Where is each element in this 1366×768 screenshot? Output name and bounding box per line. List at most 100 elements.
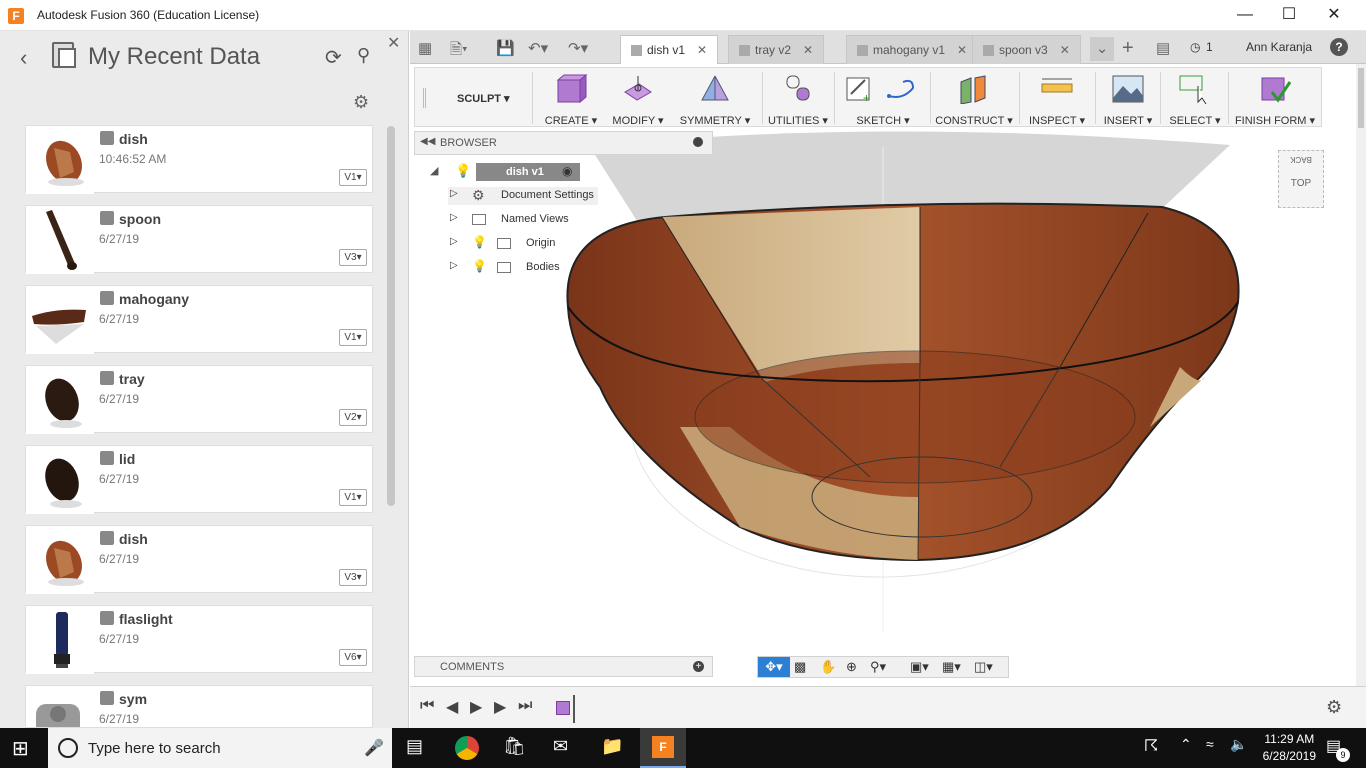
inspect-menu[interactable]: INSPECT ▾ <box>1022 68 1092 128</box>
tab-overflow-chevron-icon[interactable]: ⌄ <box>1090 37 1114 61</box>
activate-radio-icon[interactable]: ◉ <box>562 164 572 178</box>
orbit-icon[interactable]: ✥▾ <box>758 657 790 677</box>
create-menu[interactable]: CREATE ▾ <box>535 68 607 128</box>
volume-icon[interactable]: 🔈 <box>1230 736 1254 760</box>
viewports-icon[interactable]: ◫▾ <box>974 659 993 675</box>
close-tab-icon[interactable]: ✕ <box>697 43 707 57</box>
zoom-icon[interactable]: ⊕ <box>846 659 857 675</box>
store-icon[interactable]: 🛍 <box>503 736 527 760</box>
visibility-bulb-icon[interactable]: 💡 <box>472 235 487 249</box>
symmetry-menu[interactable]: SYMMETRY ▾ <box>673 68 757 128</box>
chrome-icon[interactable] <box>455 736 479 760</box>
modify-menu[interactable]: MODIFY ▾ <box>607 68 669 128</box>
recent-item[interactable]: spoon 6/27/19 V3▾ <box>25 205 373 274</box>
browser-minimize-icon[interactable] <box>693 137 703 147</box>
browser-node-origin[interactable]: ▷ 💡 Origin <box>448 235 598 253</box>
visibility-bulb-icon[interactable]: 💡 <box>472 259 487 273</box>
close-panel-icon[interactable]: ✕ <box>387 33 400 53</box>
add-comment-icon[interactable]: + <box>693 661 704 672</box>
show-hidden-icons-chevron-icon[interactable]: ⌃ <box>1180 736 1204 760</box>
recent-item[interactable]: mahogany 6/27/19 V1▾ <box>25 285 373 354</box>
task-view-icon[interactable]: ▤ <box>406 736 430 760</box>
viewport-scrollbar[interactable] <box>1356 64 1366 686</box>
recent-item[interactable]: tray 6/27/19 V2▾ <box>25 365 373 434</box>
insert-menu[interactable]: INSERT ▾ <box>1098 68 1158 128</box>
new-tab-plus-icon[interactable]: + <box>1122 37 1134 60</box>
back-arrow-icon[interactable]: ‹ <box>20 45 27 71</box>
collapse-triangle-icon[interactable]: ◢ <box>430 164 438 177</box>
go-to-end-icon[interactable]: ⏭ <box>518 697 532 715</box>
fusion-taskbar-button[interactable]: F <box>640 728 686 768</box>
job-status-icon[interactable]: ◷ <box>1190 40 1200 54</box>
toolbar-grip[interactable] <box>423 88 426 108</box>
browser-node-document-settings[interactable]: ▷ ⚙ Document Settings <box>448 187 598 205</box>
comments-panel-header[interactable]: COMMENTS + <box>414 656 713 677</box>
people-icon[interactable]: ☈ <box>1144 736 1168 760</box>
refresh-icon[interactable]: ⟳ <box>325 45 342 70</box>
file-menu-icon[interactable]: 🗎▾ <box>450 39 468 64</box>
tab-mahogany-v1[interactable]: mahogany v1 ✕ <box>846 35 979 64</box>
scrollbar-thumb[interactable] <box>1358 68 1364 128</box>
timeline-settings-gear-icon[interactable]: ⚙ <box>1326 697 1342 718</box>
construct-menu[interactable]: CONSTRUCT ▾ <box>933 68 1015 128</box>
tab-tray-v2[interactable]: tray v2 ✕ <box>728 35 825 64</box>
utilities-menu[interactable]: UTILITIES ▾ <box>765 68 831 128</box>
user-name[interactable]: Ann Karanja <box>1246 40 1312 54</box>
play-icon[interactable]: ▶ <box>470 697 482 717</box>
taskbar-search-box[interactable]: Type here to search 🎤 <box>48 728 392 768</box>
search-icon[interactable]: ⚲ <box>357 45 370 66</box>
help-icon[interactable]: ? <box>1330 38 1348 56</box>
version-dropdown[interactable]: V2▾ <box>339 409 367 426</box>
fit-window-icon[interactable]: ⚲▾ <box>870 659 886 675</box>
minimize-button[interactable]: — <box>1222 4 1268 26</box>
form-feature-icon[interactable] <box>556 701 570 715</box>
view-cube-top-label[interactable]: TOP <box>1279 178 1323 189</box>
gear-icon[interactable]: ⚙ <box>353 92 369 113</box>
save-icon[interactable]: 💾 <box>496 39 515 57</box>
microphone-icon[interactable]: 🎤 <box>364 738 384 758</box>
browser-panel-header[interactable]: ◀◀ BROWSER <box>414 131 713 155</box>
close-tab-icon[interactable]: ✕ <box>957 43 967 57</box>
recent-item[interactable]: sym 6/27/19 <box>25 685 373 728</box>
collapse-browser-icon[interactable]: ◀◀ <box>420 136 435 147</box>
sketch-menu[interactable]: + SKETCH ▾ <box>837 68 929 128</box>
recent-item[interactable]: lid 6/27/19 V1▾ <box>25 445 373 514</box>
expand-triangle-icon[interactable]: ▷ <box>450 236 458 247</box>
grid-settings-icon[interactable]: ▦▾ <box>942 659 961 675</box>
display-settings-icon[interactable]: ▣▾ <box>910 659 929 675</box>
close-window-button[interactable]: ✕ <box>1311 4 1357 26</box>
expand-triangle-icon[interactable]: ▷ <box>450 188 458 199</box>
comments-icon[interactable]: ▤ <box>1156 39 1170 57</box>
mail-icon[interactable]: ✉ <box>553 736 577 760</box>
browser-node-named-views[interactable]: ▷ Named Views <box>448 211 598 229</box>
browser-root-node[interactable]: ◢ 💡 dish v1 ◉ <box>430 163 580 181</box>
recent-item[interactable]: dish 6/27/19 V3▾ <box>25 525 373 594</box>
redo-icon[interactable]: ↷▾ <box>568 39 588 57</box>
look-at-icon[interactable]: ▩ <box>794 659 806 675</box>
browser-node-bodies[interactable]: ▷ 💡 Bodies <box>448 259 598 277</box>
undo-icon[interactable]: ↶▾ <box>528 39 548 57</box>
version-dropdown[interactable]: V1▾ <box>339 329 367 346</box>
tab-spoon-v3[interactable]: spoon v3 ✕ <box>972 35 1081 64</box>
step-forward-icon[interactable]: ▶ <box>494 697 506 717</box>
wifi-icon[interactable]: ≈ <box>1206 736 1230 760</box>
version-dropdown[interactable]: V3▾ <box>339 569 367 586</box>
expand-triangle-icon[interactable]: ▷ <box>450 260 458 271</box>
close-tab-icon[interactable]: ✕ <box>1060 43 1070 57</box>
visibility-bulb-icon[interactable]: 💡 <box>455 163 471 179</box>
workspace-switcher[interactable]: SCULPT ▾ <box>457 92 510 105</box>
version-dropdown[interactable]: V1▾ <box>339 169 367 186</box>
taskbar-clock[interactable]: 11:29 AM 6/28/2019 <box>1263 732 1316 763</box>
data-panel-scrollbar[interactable] <box>387 126 395 506</box>
maximize-button[interactable]: ☐ <box>1266 4 1312 26</box>
step-back-icon[interactable]: ◀ <box>446 697 458 717</box>
version-dropdown[interactable]: V3▾ <box>339 249 367 266</box>
view-cube[interactable]: BACK TOP <box>1278 150 1324 208</box>
data-panel-grid-icon[interactable]: ▦ <box>418 39 432 57</box>
pan-hand-icon[interactable]: ✋ <box>820 659 836 675</box>
recent-item[interactable]: flaslight 6/27/19 V6▾ <box>25 605 373 674</box>
recent-item[interactable]: dish 10:46:52 AM V1▾ <box>25 125 373 194</box>
windows-start-icon[interactable]: ⊞ <box>12 736 36 760</box>
timeline-marker[interactable] <box>573 695 575 723</box>
file-explorer-icon[interactable]: 📁 <box>601 736 625 760</box>
